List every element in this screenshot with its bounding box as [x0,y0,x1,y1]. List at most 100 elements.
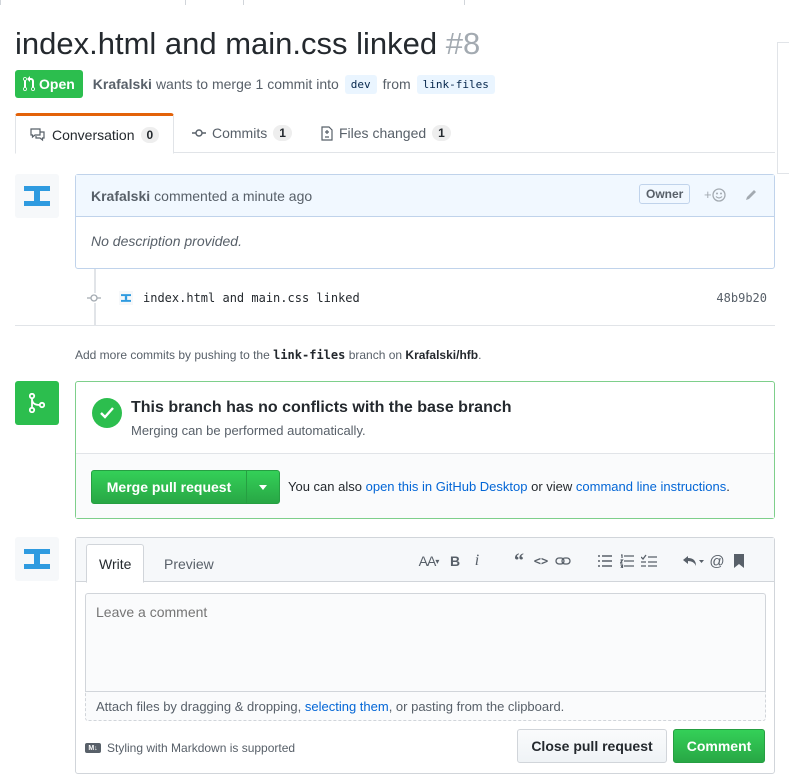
task-list-button[interactable] [638,550,660,572]
select-files-link[interactable]: selecting them [305,699,389,714]
comment-button[interactable]: Comment [673,729,765,763]
tasklist-icon [641,554,657,567]
pr-meta: Open Krafalski wants to merge 1 commit i… [15,70,501,98]
top-strip [0,0,789,5]
open-in-desktop-link[interactable]: open this in GitHub Desktop [366,479,528,494]
comment-author[interactable]: Krafalski [91,188,150,204]
bold-button[interactable]: B [444,550,466,572]
tab-commits[interactable]: Commits 1 [178,113,306,153]
markdown-note-text: Styling with Markdown is supported [107,741,296,755]
comment-textarea[interactable] [86,594,765,691]
tab-commits-label: Commits [212,125,268,141]
add-commits-middle: branch on [348,348,403,362]
text-size-icon: AA [418,553,437,569]
code-icon: <> [533,554,549,568]
commit-row: index.html and main.css linked 48b9b20 [85,288,775,308]
tab-conversation[interactable]: Conversation 0 [15,113,175,154]
commit-sha-link[interactable]: 48b9b20 [716,291,767,305]
commit-message-link[interactable]: index.html and main.css linked [143,291,360,305]
tab-conversation-count: 0 [140,126,160,143]
italic-button[interactable]: i [466,550,488,572]
attach-suffix: , or pasting from the clipboard. [388,698,565,714]
list-unordered-icon [598,555,612,567]
user-avatar-icon [121,294,131,302]
edit-comment-button[interactable] [744,188,758,205]
merge-alternatives: You can also open this in GitHub Desktop… [288,479,730,494]
tab-conversation-label: Conversation [52,126,135,143]
code-button[interactable]: <> [530,550,552,572]
merge-actions: Merge pull request You can also open thi… [76,454,774,518]
tab-files-changed-count: 1 [432,125,451,141]
merge-subtitle: Merging can be performed automatically. [131,423,366,438]
from-text: from [382,76,411,92]
commit-icon [85,293,101,303]
reply-icon [683,556,704,566]
merge-text: wants to merge 1 commit into [155,76,339,92]
state-label: Open [39,76,75,92]
pr-number: #8 [445,26,481,61]
saved-replies-button[interactable] [728,550,750,572]
owner-label: Owner [639,184,691,204]
add-commits-branch: link-files [273,348,346,362]
bold-icon: B [449,553,461,569]
markdown-help-link[interactable]: M↓ Styling with Markdown is supported [85,741,295,755]
italic-icon: i [474,552,480,569]
page-title: index.html and main.css linked #8 [15,24,480,64]
top-tab-edge-left [0,0,186,5]
file-attach-bar[interactable]: Attach files by dragging & dropping, sel… [85,691,766,721]
commit-author-avatar[interactable] [119,291,133,305]
tab-write[interactable]: Write [86,544,145,583]
merge-status: This branch has no conflicts with the ba… [76,382,774,454]
list-ordered-icon [620,554,634,568]
add-commits-suffix: . [478,348,482,362]
smiley-icon [711,187,726,202]
merge-alt-suffix: . [726,479,730,494]
close-pull-request-button[interactable]: Close pull request [517,729,667,763]
attach-prefix: Attach files by dragging & dropping, [96,698,302,714]
triangle-down-icon [259,484,267,490]
pull-request-icon [23,76,35,92]
merge-title: This branch has no conflicts with the ba… [131,399,512,416]
comment-body: No description provided. [91,233,242,249]
comment-action: commented a minute ago [154,187,313,204]
merge-options-dropdown[interactable] [247,471,279,503]
user-avatar-icon [24,549,50,569]
divider [15,325,775,326]
pencil-icon [746,190,756,200]
add-commits-repo: Krafalski/hfb [405,348,479,362]
tab-files-changed-label: Files changed [339,125,427,141]
comment-discussion-icon [30,127,45,141]
head-branch[interactable]: link-files [416,74,495,94]
base-branch[interactable]: dev [344,74,377,94]
pr-author-link[interactable]: Krafalski [93,76,152,92]
user-avatar-icon [24,186,50,206]
pr-tabs: Conversation 0 Commits 1 Files changed 1 [15,113,775,154]
merge-pull-request-button[interactable]: Merge pull request [92,471,247,503]
avatar[interactable] [15,174,59,218]
mention-button[interactable]: @ [706,550,728,572]
comment-editor: Write Preview AA▾ B i “ <> @ Attach file… [75,537,775,774]
mention-icon: @ [709,552,725,570]
link-button[interactable] [552,550,574,572]
header-text-button[interactable]: AA ▾ [414,550,444,572]
numbered-list-button[interactable] [616,550,638,572]
tab-preview[interactable]: Preview [152,544,226,583]
markdown-toolbar: AA ▾ B i “ <> @ [414,550,750,572]
command-line-instructions-link[interactable]: command line instructions [576,479,726,494]
avatar[interactable] [15,537,59,581]
check-icon [100,407,114,419]
bookmark-icon [734,554,744,568]
quote-button[interactable]: “ [508,550,530,572]
state-badge: Open [15,70,83,98]
tab-files-changed[interactable]: Files changed 1 [307,113,465,153]
add-reaction-button[interactable]: + [704,187,726,202]
bullet-list-button[interactable] [594,550,616,572]
quote-icon: “ [514,550,524,572]
sidebar-edge [777,42,789,174]
check-circle-icon [92,398,122,428]
file-diff-icon [321,125,333,141]
reply-button[interactable] [680,550,706,572]
comment-header: Krafalski commented a minute ago Owner + [76,175,774,217]
editor-tabs: Write Preview AA ▾ B i “ <> @ [76,538,774,583]
comment-box: Krafalski commented a minute ago Owner +… [75,174,775,269]
